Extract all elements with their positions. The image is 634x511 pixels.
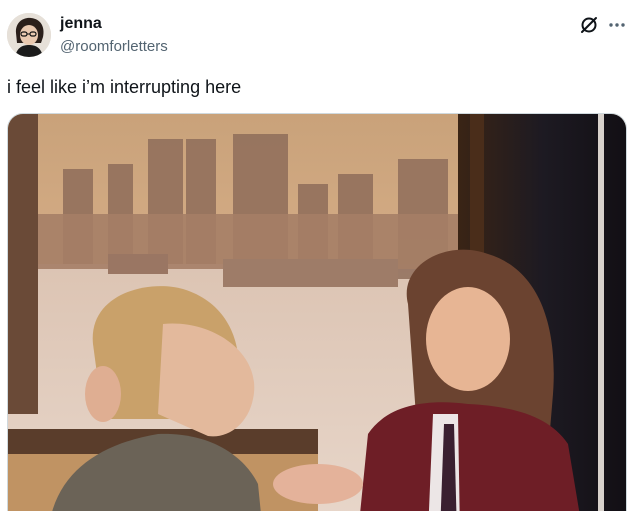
media-photo — [8, 114, 626, 511]
more-options-icon[interactable] — [606, 14, 628, 36]
author-handle[interactable]: @roomforletters — [60, 37, 168, 57]
author-name[interactable]: jenna — [60, 14, 102, 34]
tweet: jenna @roomforletters i feel like i’m in… — [0, 0, 634, 511]
tweet-media-image[interactable] — [7, 113, 627, 511]
tweet-text: i feel like i’m interrupting here — [7, 77, 242, 97]
avatar-image — [7, 13, 51, 57]
avatar[interactable] — [7, 13, 51, 57]
grok-icon[interactable] — [578, 14, 600, 36]
